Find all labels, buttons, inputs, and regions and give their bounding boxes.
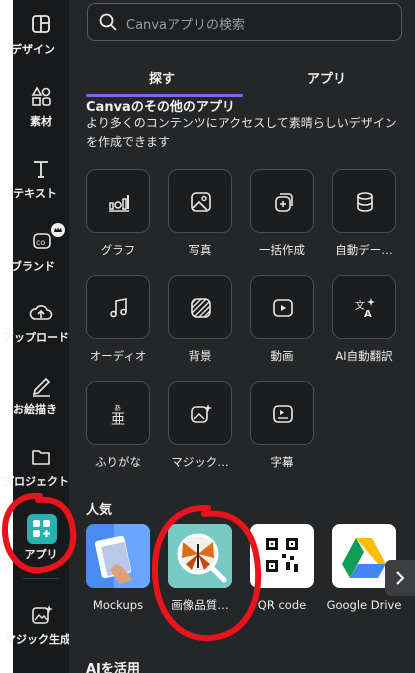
carousel-next-button[interactable] xyxy=(385,560,415,596)
shapes-icon xyxy=(31,86,51,106)
app-tile-label: グラフ xyxy=(100,243,136,257)
translate-icon: 文A xyxy=(355,298,375,319)
database-icon xyxy=(357,192,373,212)
svg-text:A: A xyxy=(364,309,372,319)
search-input[interactable]: Canvaアプリの検索 xyxy=(87,3,402,41)
app-tile-label: AI自動翻訳 xyxy=(335,349,393,363)
rail-item-elements[interactable]: 素材 xyxy=(13,78,69,140)
app-tile-label: 自動デー… xyxy=(335,243,393,257)
image-quality-thumbnail xyxy=(168,524,232,588)
brand-crown-icon: co xyxy=(33,223,65,249)
furigana-icon: あ亜 xyxy=(111,404,125,425)
popular-app-label: QR code xyxy=(257,598,307,612)
photo-icon xyxy=(191,192,211,212)
app-tile-label: 一括作成 xyxy=(259,243,305,257)
app-tile-bulk-create[interactable] xyxy=(250,169,314,233)
rail-item-text[interactable]: テキスト xyxy=(13,150,69,212)
pen-icon xyxy=(32,377,51,397)
app-tile-video[interactable] xyxy=(250,275,314,339)
svg-text:co: co xyxy=(36,238,45,247)
tab-discover[interactable]: 探す xyxy=(149,68,175,87)
rail-divider xyxy=(23,578,59,579)
section-title-ai: AIを活用 xyxy=(86,662,140,673)
app-tile-label: 動画 xyxy=(270,349,294,363)
search-placeholder: Canvaアプリの検索 xyxy=(126,18,245,33)
rail-item-uploads[interactable]: アップロード xyxy=(3,294,69,356)
rail-label: 素材 xyxy=(30,115,52,128)
mockups-thumbnail xyxy=(86,524,150,588)
cloud-upload-icon xyxy=(29,305,53,320)
rail-item-apps[interactable]: アプリ xyxy=(13,508,69,570)
rail-label: ブランド xyxy=(11,260,55,273)
app-tile-photo[interactable] xyxy=(168,169,232,233)
video-icon xyxy=(273,299,293,317)
rail-label: アップロード xyxy=(3,331,69,344)
apps-icon xyxy=(27,514,57,544)
popular-app-qr-code[interactable] xyxy=(250,524,314,588)
popular-app-label: 画像品質… xyxy=(171,598,229,612)
app-tile-chart[interactable] xyxy=(86,169,150,233)
popular-app-label: Mockups xyxy=(92,598,144,612)
rail-label: マジック生成 xyxy=(5,633,71,646)
popular-app-image-upscaler[interactable] xyxy=(168,524,232,588)
rail-item-draw[interactable]: お絵描き xyxy=(13,366,69,428)
svg-text:亜: 亜 xyxy=(111,412,125,425)
section-title-popular: 人気 xyxy=(86,503,113,518)
tab-apps[interactable]: アプリ xyxy=(307,68,346,87)
magic-edit-icon xyxy=(191,404,212,423)
app-tile-captions[interactable] xyxy=(250,381,314,445)
rail-label: デザイン xyxy=(11,43,55,56)
bulk-create-icon xyxy=(275,193,293,212)
caption-icon xyxy=(273,405,293,423)
folder-icon xyxy=(32,450,50,465)
app-tile-data-autofill[interactable] xyxy=(332,169,396,233)
rail-item-magic[interactable]: マジック生成 xyxy=(5,596,71,658)
text-icon xyxy=(34,161,48,178)
section-description: より多くのコンテンツにアクセスして素晴らしいデザインを作成できます xyxy=(86,116,397,149)
app-tile-label: オーディオ xyxy=(89,349,147,363)
search-icon xyxy=(99,13,117,31)
app-tile-label: 字幕 xyxy=(270,455,294,469)
app-tile-background[interactable] xyxy=(168,275,232,339)
app-tile-label: ふりがな xyxy=(95,455,141,469)
rail-item-projects[interactable]: プロジェクト xyxy=(3,438,69,500)
app-tile-audio[interactable] xyxy=(86,275,150,339)
section-title-other-apps: Canvaのその他のアプリ xyxy=(86,100,235,115)
pattern-icon xyxy=(191,298,211,318)
chevron-right-icon xyxy=(396,571,405,585)
app-tile-translate[interactable]: 文A xyxy=(332,275,396,339)
layout-icon xyxy=(32,15,50,33)
rail-item-design[interactable]: デザイン xyxy=(11,6,69,68)
rail-label: お絵描き xyxy=(13,403,57,416)
qr-code-thumbnail xyxy=(250,524,314,588)
app-tile-furigana[interactable]: あ亜 xyxy=(86,381,150,445)
music-icon xyxy=(110,298,127,318)
magic-image-icon xyxy=(32,605,53,624)
app-tile-magic-edit[interactable] xyxy=(168,381,232,445)
popular-app-label: Google Drive xyxy=(326,598,402,612)
rail-label: テキスト xyxy=(13,187,57,200)
app-tile-label: マジック… xyxy=(171,455,229,469)
rail-label: アプリ xyxy=(24,548,58,561)
popular-app-mockups[interactable] xyxy=(86,524,150,588)
svg-text:あ: あ xyxy=(114,404,121,412)
rail-item-brand[interactable]: co ブランド xyxy=(11,214,69,276)
rail-label: プロジェクト xyxy=(3,475,69,488)
apps-panel: Canvaアプリの検索 探す アプリ Canvaのその他のアプリ より多くのコン… xyxy=(69,0,415,673)
left-rail: デザイン 素材 テキスト co ブランド アップロード お絵描き プロジェクト … xyxy=(3,0,71,673)
app-tile-label: 写真 xyxy=(188,243,212,257)
app-tile-label: 背景 xyxy=(188,349,212,363)
chart-icon xyxy=(109,195,129,212)
